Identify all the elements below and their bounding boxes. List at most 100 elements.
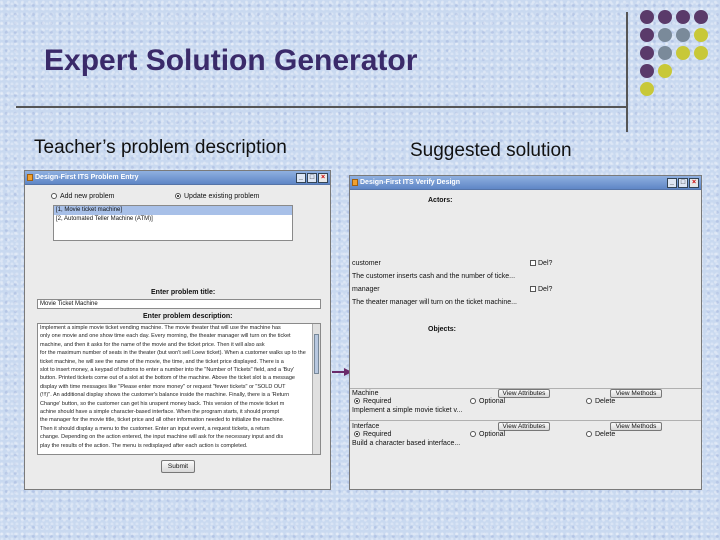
decorative-dot [676, 28, 690, 42]
decorative-dot [658, 46, 672, 60]
maximize-button[interactable]: □ [307, 173, 317, 183]
caption-left: Teacher’s problem description [34, 137, 287, 158]
view-attributes-button[interactable]: View Attributes [498, 422, 550, 431]
description-text: Implement a simple movie ticket vending … [38, 324, 320, 450]
minimize-button[interactable]: _ [667, 178, 677, 188]
actor-name: manager [352, 286, 380, 293]
radio-label: Required [363, 398, 392, 405]
radio-update-problem[interactable]: Update existing problem [175, 193, 260, 200]
description-scrollbar[interactable] [312, 324, 320, 454]
object-description: Implement a simple movie ticket v... [352, 407, 463, 414]
decorative-dot [640, 64, 654, 78]
description-line: (!!!)". An additional display shows the … [40, 392, 290, 399]
radio-icon [354, 398, 360, 405]
list-item[interactable]: [1, Movie ticket machine] [54, 206, 292, 215]
description-line: display with time messages like "Please … [40, 383, 286, 390]
radio-label: Optional [479, 398, 506, 405]
checkbox-icon [530, 286, 536, 293]
radio-icon [51, 193, 57, 200]
description-line: machine, and then it asks for the name o… [40, 341, 265, 348]
problem-description-textarea[interactable]: Implement a simple movie ticket vending … [37, 323, 321, 455]
object-name: Interface [352, 423, 380, 430]
actor-delete-checkbox[interactable]: Del? [530, 286, 552, 293]
actor-description: The customer inserts cash and the number… [352, 273, 516, 280]
window-titlebar[interactable]: Design-First ITS Problem Entry _ □ × [25, 171, 330, 185]
radio-icon [354, 431, 360, 438]
description-line: Then it should display a menu to the cus… [40, 425, 270, 432]
delete-radio[interactable]: Delete [586, 431, 615, 438]
actor-name: customer [352, 260, 381, 267]
decorative-dot [640, 10, 654, 24]
divider [350, 420, 701, 421]
description-line: for the maximum number of seats in the t… [40, 350, 306, 357]
radio-icon [175, 193, 181, 200]
problem-title-input[interactable]: Movie Ticket Machine [37, 299, 321, 309]
decorative-dot [640, 82, 654, 96]
decorative-dot [694, 46, 708, 60]
window-title: Design-First ITS Problem Entry [35, 174, 139, 181]
description-line: play the results of the action. The menu… [40, 442, 248, 449]
checkbox-icon [530, 260, 536, 267]
description-line: Change' button, so the customer can get … [40, 400, 285, 407]
decorative-dot [658, 28, 672, 42]
checkbox-label: Del? [538, 286, 553, 293]
slide-title: Expert Solution Generator [44, 44, 418, 77]
decorative-dot [640, 28, 654, 42]
delete-radio[interactable]: Delete [586, 398, 615, 405]
verify-design-window: Design-First ITS Verify Design _ □ × Act… [349, 175, 702, 490]
title-field-label: Enter problem title: [151, 289, 216, 296]
close-button[interactable]: × [318, 173, 328, 183]
problem-list[interactable]: [1, Movie ticket machine] [2, Automated … [53, 205, 293, 241]
radio-add-problem[interactable]: Add new problem [51, 193, 114, 200]
app-icon [352, 179, 358, 186]
checkbox-label: Del? [538, 260, 553, 267]
description-line: slot to insert money, a keypad of button… [40, 367, 295, 374]
description-line: button. Printed tickets come out of a sl… [40, 375, 295, 382]
actors-heading: Actors: [428, 197, 453, 204]
minimize-button[interactable]: _ [296, 173, 306, 183]
decorative-dot [694, 10, 708, 24]
description-line: Implement a simple movie ticket vending … [40, 325, 281, 331]
radio-icon [586, 431, 592, 438]
view-attributes-button[interactable]: View Attributes [498, 389, 550, 398]
radio-label: Optional [479, 431, 506, 438]
decorative-dot [658, 64, 672, 78]
radio-icon [470, 398, 476, 405]
problem-entry-window: Design-First ITS Problem Entry _ □ × Add… [24, 170, 331, 490]
radio-icon [586, 398, 592, 405]
decorative-dot [694, 28, 708, 42]
objects-heading: Objects: [428, 326, 457, 333]
description-line: the manager for the movie title, ticket … [40, 417, 285, 424]
window-titlebar[interactable]: Design-First ITS Verify Design _ □ × [350, 176, 701, 190]
close-button[interactable]: × [689, 178, 699, 188]
submit-button[interactable]: Submit [161, 460, 195, 473]
list-item[interactable]: [2, Automated Teller Machine (ATM)] [54, 215, 292, 224]
optional-radio[interactable]: Optional [470, 431, 505, 438]
actor-delete-checkbox[interactable]: Del? [530, 260, 552, 267]
maximize-button[interactable]: □ [678, 178, 688, 188]
actor-description: The theater manager will turn on the tic… [352, 299, 517, 306]
radio-icon [470, 431, 476, 438]
decorative-dot [640, 46, 654, 60]
object-description: Build a character based interface... [352, 440, 461, 447]
decorative-dot [658, 10, 672, 24]
description-line: ticket machine, he will see the name of … [40, 358, 284, 365]
decorative-dot [676, 10, 690, 24]
decorative-dots [640, 10, 720, 106]
radio-label: Required [363, 431, 392, 438]
view-methods-button[interactable]: View Methods [610, 389, 662, 398]
radio-label: Add new problem [60, 193, 115, 200]
object-name: Machine [352, 390, 379, 397]
radio-label: Delete [595, 398, 616, 405]
horizontal-rule [16, 106, 626, 108]
required-radio[interactable]: Required [354, 431, 391, 438]
app-icon [27, 174, 33, 181]
radio-label: Update existing problem [184, 193, 260, 200]
scroll-thumb[interactable] [314, 334, 319, 374]
description-field-label: Enter problem description: [143, 313, 233, 320]
view-methods-button[interactable]: View Methods [610, 422, 662, 431]
optional-radio[interactable]: Optional [470, 398, 505, 405]
required-radio[interactable]: Required [354, 398, 391, 405]
description-line: achine should have a simple character-ba… [40, 409, 280, 416]
caption-right: Suggested solution [410, 140, 572, 161]
